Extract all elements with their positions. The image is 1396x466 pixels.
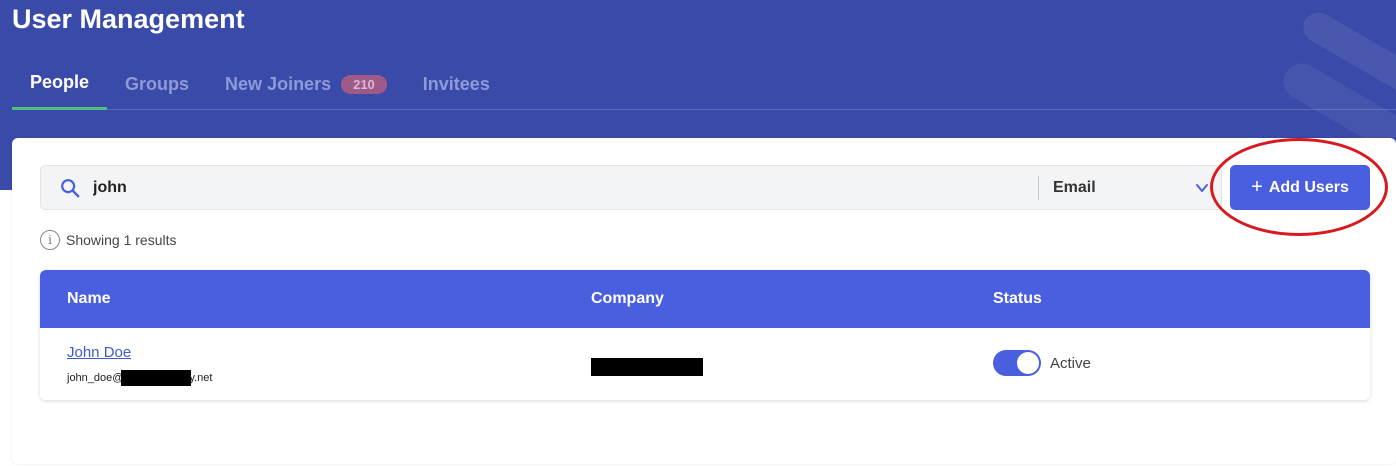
table-header: Name Company Status <box>40 270 1370 328</box>
tab-label: Groups <box>125 73 190 94</box>
chevron-down-icon <box>1196 184 1208 192</box>
column-header-name: Name <box>67 290 111 307</box>
status-label: Active <box>1050 355 1091 372</box>
search-bar: Email <box>40 165 1222 210</box>
divider <box>1038 176 1039 200</box>
search-filter-select[interactable]: Email <box>1053 166 1223 209</box>
tab-groups[interactable]: Groups <box>107 60 207 110</box>
tab-label: New Joiners <box>225 73 332 94</box>
tab-new-joiners[interactable]: New Joiners 210 <box>207 60 405 110</box>
add-users-button[interactable]: + Add Users <box>1230 165 1370 210</box>
column-header-company: Company <box>591 290 664 307</box>
email-suffix: y.net <box>189 371 213 384</box>
select-value: Email <box>1053 178 1096 196</box>
user-name-link[interactable]: John Doe <box>67 344 131 361</box>
tab-invitees[interactable]: Invitees <box>405 60 508 110</box>
count-badge: 210 <box>341 74 387 94</box>
tab-bar: People Groups New Joiners 210 Invitees <box>12 60 1396 110</box>
people-card: Email + Add Users i Showing 1 results Na… <box>12 138 1396 464</box>
people-table: Name Company Status John Doe john_doe@ y.… <box>40 270 1370 400</box>
table-row: John Doe john_doe@ y.net Active <box>40 328 1370 400</box>
tab-people[interactable]: People <box>12 60 108 110</box>
column-header-status: Status <box>993 290 1042 307</box>
status-toggle[interactable] <box>993 350 1041 376</box>
add-users-label: Add Users <box>1268 178 1349 196</box>
company-redacted <box>591 358 703 376</box>
tab-label: Invitees <box>422 73 490 94</box>
redaction-block <box>121 370 192 386</box>
toggle-knob <box>1017 352 1039 374</box>
tab-label: People <box>30 72 90 92</box>
user-email: john_doe@ y.net <box>67 370 212 386</box>
results-summary: i Showing 1 results <box>40 230 177 250</box>
info-icon: i <box>40 230 60 250</box>
email-prefix: john_doe@ <box>67 371 124 384</box>
results-text: Showing 1 results <box>66 232 177 248</box>
search-input[interactable] <box>93 175 1023 201</box>
page-title: User Management <box>12 4 245 34</box>
plus-icon: + <box>1251 175 1263 198</box>
search-icon <box>61 179 80 198</box>
